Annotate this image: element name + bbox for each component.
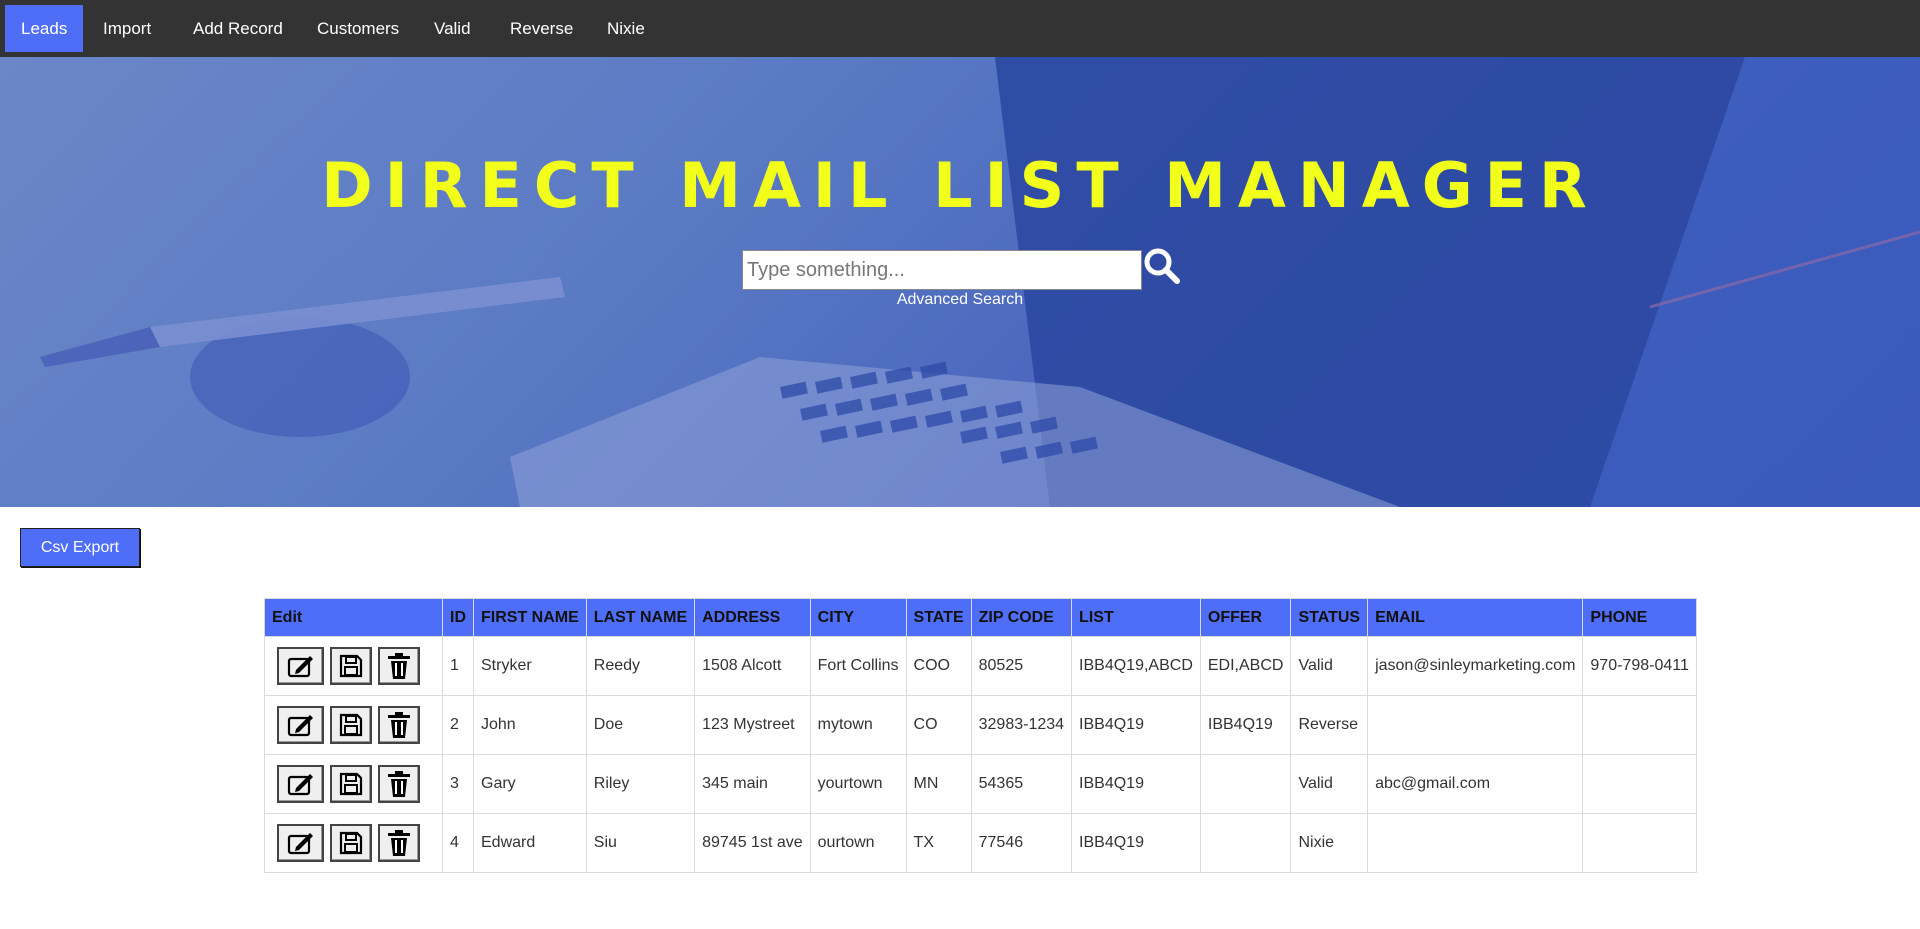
col-header-email: EMAIL [1367, 598, 1584, 637]
cell-email [1367, 813, 1584, 873]
cell-offer [1199, 754, 1292, 814]
row-actions [264, 754, 443, 814]
col-header-city: CITY [809, 598, 907, 637]
col-header-state: STATE [905, 598, 972, 637]
cell-phone [1582, 695, 1698, 755]
cell-city: yourtown [809, 754, 907, 814]
advanced-search-link[interactable]: Advanced Search [0, 291, 1920, 309]
col-header-list: LIST [1071, 598, 1201, 637]
edit-icon[interactable] [277, 706, 324, 744]
col-header-edit: Edit [264, 598, 443, 637]
edit-icon[interactable] [277, 647, 324, 685]
cell-status: Reverse [1290, 695, 1369, 755]
search-input[interactable] [742, 250, 1142, 290]
table-row: 2 John Doe 123 Mystreet mytown CO 32983-… [264, 695, 1698, 755]
cell-list: IBB4Q19 [1071, 813, 1201, 873]
col-header-offer: OFFER [1199, 598, 1292, 637]
cell-zip-code: 32983-1234 [970, 695, 1073, 755]
cell-first-name: John [473, 695, 587, 755]
cell-state: TX [905, 813, 972, 873]
cell-list: IBB4Q19 [1071, 695, 1201, 755]
cell-address: 345 main [694, 754, 811, 814]
leads-table: Edit ID FIRST NAME LAST NAME ADDRESS CIT… [264, 598, 1698, 873]
nav-item-import[interactable]: Import [87, 5, 167, 52]
row-actions [264, 636, 443, 696]
cell-offer: IBB4Q19 [1199, 695, 1292, 755]
col-header-id: ID [442, 598, 474, 637]
cell-phone: 970-798-0411 [1582, 636, 1698, 696]
cell-state: CO [905, 695, 972, 755]
hero-banner: DIRECT MAIL LIST MANAGER Advanced Search [0, 57, 1920, 507]
page-title: DIRECT MAIL LIST MANAGER [321, 149, 1599, 222]
cell-address: 123 Mystreet [694, 695, 811, 755]
table-row: 1 Stryker Reedy 1508 Alcott Fort Collins… [264, 636, 1698, 696]
cell-id: 4 [442, 813, 474, 873]
cell-last-name: Siu [585, 813, 696, 873]
nav-item-valid[interactable]: Valid [418, 5, 487, 52]
nav-item-add-record[interactable]: Add Record [177, 5, 299, 52]
nav-item-nixie[interactable]: Nixie [591, 5, 661, 52]
cell-last-name: Reedy [585, 636, 696, 696]
trash-icon[interactable] [378, 706, 420, 744]
trash-icon[interactable] [378, 647, 420, 685]
cell-id: 1 [442, 636, 474, 696]
csv-export-button[interactable]: Csv Export [20, 528, 140, 567]
cell-offer [1199, 813, 1292, 873]
cell-address: 89745 1st ave [694, 813, 811, 873]
cell-zip-code: 80525 [970, 636, 1073, 696]
cell-status: Nixie [1290, 813, 1369, 873]
edit-icon[interactable] [277, 765, 324, 803]
cell-list: IBB4Q19 [1071, 754, 1201, 814]
cell-city: ourtown [809, 813, 907, 873]
trash-icon[interactable] [378, 765, 420, 803]
cell-email: jason@sinleymarketing.com [1367, 636, 1584, 696]
cell-phone [1582, 754, 1698, 814]
cell-address: 1508 Alcott [694, 636, 811, 696]
cell-state: MN [905, 754, 972, 814]
cell-first-name: Gary [473, 754, 587, 814]
cell-id: 3 [442, 754, 474, 814]
row-actions [264, 695, 443, 755]
cell-last-name: Doe [585, 695, 696, 755]
cell-state: COO [905, 636, 972, 696]
edit-icon[interactable] [277, 824, 324, 862]
save-icon[interactable] [330, 765, 372, 803]
trash-icon[interactable] [378, 824, 420, 862]
cell-phone [1582, 813, 1698, 873]
save-icon[interactable] [330, 824, 372, 862]
save-icon[interactable] [330, 647, 372, 685]
cell-zip-code: 54365 [970, 754, 1073, 814]
cell-status: Valid [1290, 636, 1369, 696]
table-row: 3 Gary Riley 345 main yourtown MN 54365 … [264, 754, 1698, 814]
col-header-zip-code: ZIP CODE [970, 598, 1073, 637]
cell-email: abc@gmail.com [1367, 754, 1584, 814]
cell-first-name: Stryker [473, 636, 587, 696]
cell-status: Valid [1290, 754, 1369, 814]
cell-first-name: Edward [473, 813, 587, 873]
cell-last-name: Riley [585, 754, 696, 814]
top-nav: Leads Import Add Record Customers Valid … [0, 0, 1920, 57]
search-icon[interactable] [1143, 247, 1183, 287]
cell-id: 2 [442, 695, 474, 755]
table-header-row: Edit ID FIRST NAME LAST NAME ADDRESS CIT… [264, 598, 1698, 637]
cell-offer: EDI,ABCD [1199, 636, 1292, 696]
nav-item-reverse[interactable]: Reverse [494, 5, 589, 52]
col-header-phone: PHONE [1582, 598, 1698, 637]
cell-list: IBB4Q19,ABCD [1071, 636, 1201, 696]
col-header-last-name: LAST NAME [585, 598, 696, 637]
table-row: 4 Edward Siu 89745 1st ave ourtown TX 77… [264, 813, 1698, 873]
col-header-address: ADDRESS [694, 598, 811, 637]
cell-city: Fort Collins [809, 636, 907, 696]
col-header-first-name: FIRST NAME [473, 598, 587, 637]
nav-item-customers[interactable]: Customers [301, 5, 415, 52]
row-actions [264, 813, 443, 873]
save-icon[interactable] [330, 706, 372, 744]
cell-zip-code: 77546 [970, 813, 1073, 873]
cell-email [1367, 695, 1584, 755]
nav-item-leads[interactable]: Leads [5, 5, 84, 52]
cell-city: mytown [809, 695, 907, 755]
col-header-status: STATUS [1290, 598, 1369, 637]
